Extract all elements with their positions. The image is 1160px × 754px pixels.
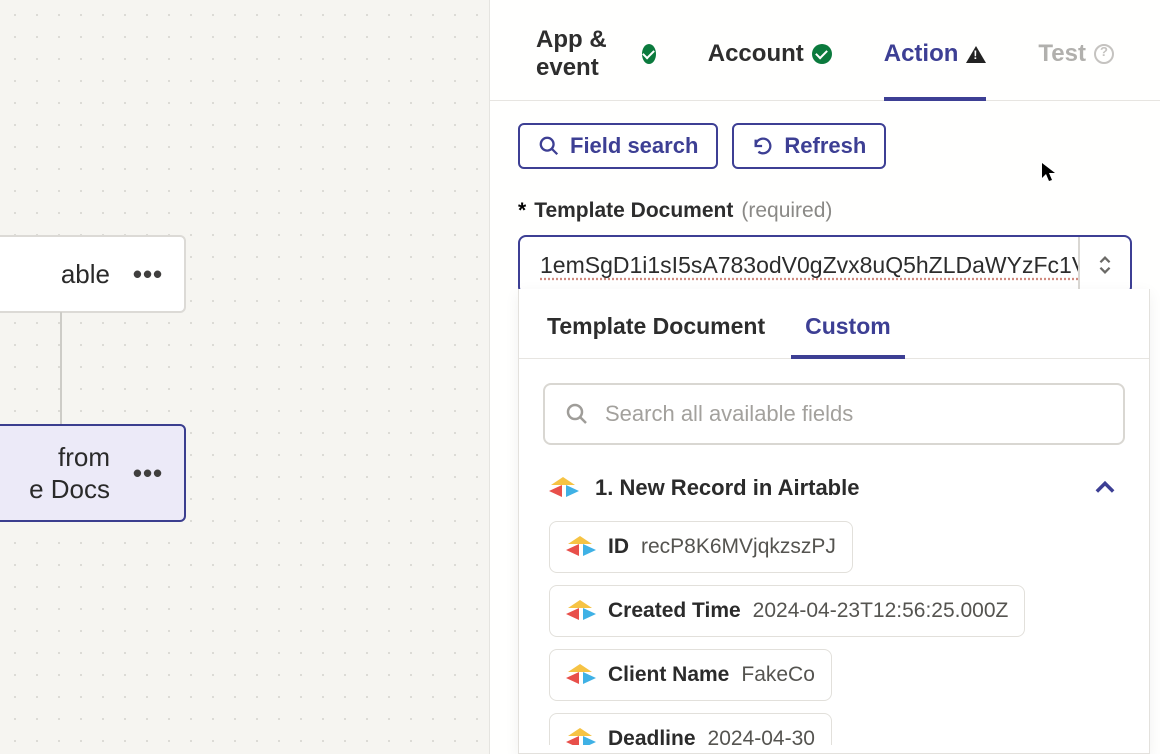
chip-key: Client Name xyxy=(608,663,729,687)
canvas-edge xyxy=(60,312,62,424)
warning-icon xyxy=(966,46,986,63)
field-search-input[interactable] xyxy=(605,401,1103,427)
field-chip[interactable]: ID recP8K6MVjqkzszPJ xyxy=(549,521,853,573)
chip-key: Deadline xyxy=(608,727,696,745)
step-tabs: App & event Account Action Test xyxy=(490,0,1160,101)
search-icon xyxy=(565,402,589,426)
step-editor-panel: App & event Account Action Test Field se… xyxy=(489,0,1160,754)
popover-tab-custom[interactable]: Custom xyxy=(805,313,891,358)
field-search-button[interactable]: Field search xyxy=(518,123,718,169)
check-icon xyxy=(642,44,656,64)
tab-label: App & event xyxy=(536,26,634,82)
required-star: * xyxy=(518,199,526,223)
tab-action[interactable]: Action xyxy=(884,26,987,100)
field-name: Template Document xyxy=(534,199,733,223)
node-menu-button[interactable]: ••• xyxy=(128,254,168,294)
chip-value: 2024-04-23T12:56:25.000Z xyxy=(753,599,1009,623)
refresh-icon xyxy=(752,135,774,157)
chip-value: recP8K6MVjqkzszPJ xyxy=(641,535,836,559)
airtable-icon xyxy=(549,473,579,503)
field-chip[interactable]: Client Name FakeCo xyxy=(549,649,832,701)
field-chip[interactable]: Deadline 2024-04-30 xyxy=(549,713,832,745)
tab-app-event[interactable]: App & event xyxy=(536,26,656,100)
check-icon xyxy=(812,44,832,64)
canvas-node-trigger[interactable]: able ••• xyxy=(0,235,186,313)
field-mapper-popover: Template Document Custom 1. New Record i… xyxy=(518,289,1150,754)
popover-tab-template[interactable]: Template Document xyxy=(547,313,765,358)
airtable-icon xyxy=(566,724,596,745)
canvas-node-title: able xyxy=(0,258,128,290)
field-value[interactable]: 1emSgD1i1sI5sA783odV0gZvx8uQ5hZLDaWYzFc1… xyxy=(520,237,1078,293)
tab-account[interactable]: Account xyxy=(708,26,832,100)
search-icon xyxy=(538,135,560,157)
chip-value: 2024-04-30 xyxy=(708,727,815,745)
zap-canvas[interactable]: able ••• frome Docs ••• xyxy=(0,0,489,754)
chip-key: Created Time xyxy=(608,599,741,623)
canvas-node-title: frome Docs xyxy=(0,441,128,505)
field-search-box[interactable] xyxy=(543,383,1125,445)
data-source-title: 1. New Record in Airtable xyxy=(595,475,1075,501)
airtable-icon xyxy=(566,596,596,626)
field-hint: (required) xyxy=(741,199,832,223)
data-source-header[interactable]: 1. New Record in Airtable xyxy=(549,473,1119,503)
node-menu-button[interactable]: ••• xyxy=(128,453,168,493)
sort-icon xyxy=(1094,252,1116,278)
tab-label: Test xyxy=(1038,40,1086,68)
template-document-input[interactable]: 1emSgD1i1sI5sA783odV0gZvx8uQ5hZLDaWYzFc1… xyxy=(518,235,1132,295)
chip-key: ID xyxy=(608,535,629,559)
tab-label: Account xyxy=(708,40,804,68)
airtable-icon xyxy=(566,532,596,562)
button-label: Field search xyxy=(570,133,698,159)
chip-value: FakeCo xyxy=(741,663,815,687)
chevron-up-icon[interactable] xyxy=(1091,474,1119,502)
tab-test[interactable]: Test xyxy=(1038,26,1114,100)
airtable-icon xyxy=(566,660,596,690)
field-chip-list: ID recP8K6MVjqkzszPJ Created Time 2024-04… xyxy=(543,521,1125,745)
popover-tabs: Template Document Custom xyxy=(519,289,1149,359)
button-label: Refresh xyxy=(784,133,866,159)
refresh-button[interactable]: Refresh xyxy=(732,123,886,169)
help-icon xyxy=(1094,44,1114,64)
field-label: * Template Document (required) xyxy=(518,199,1132,223)
field-dropdown-toggle[interactable] xyxy=(1078,237,1130,293)
field-chip[interactable]: Created Time 2024-04-23T12:56:25.000Z xyxy=(549,585,1025,637)
canvas-node-action[interactable]: frome Docs ••• xyxy=(0,424,186,522)
tab-label: Action xyxy=(884,40,959,68)
